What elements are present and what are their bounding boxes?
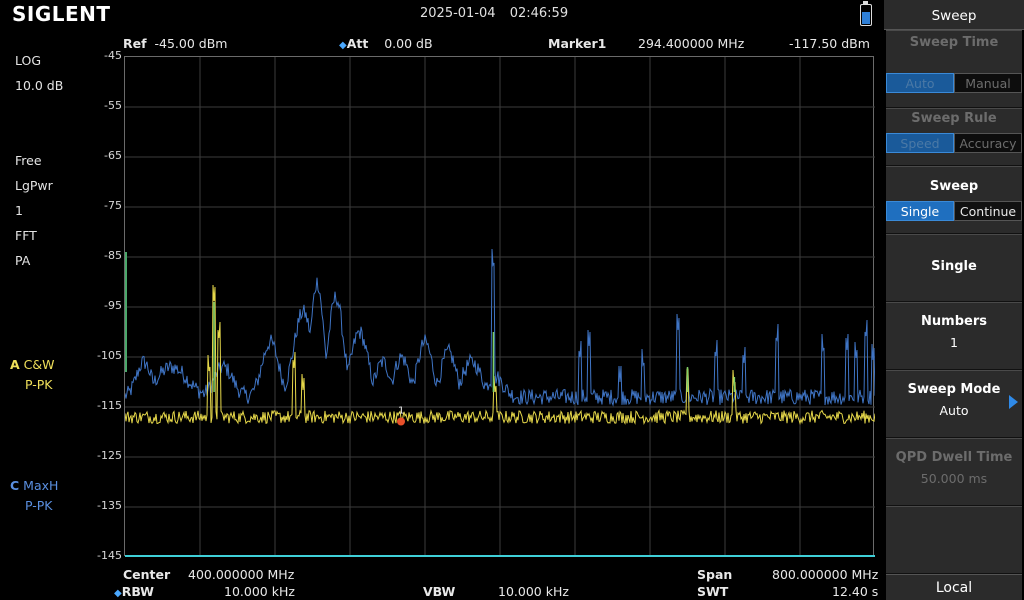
trace-c-letter: C bbox=[10, 478, 20, 493]
menu-title: Sweep bbox=[884, 0, 1024, 30]
trace-a-tag[interactable]: A C&W bbox=[10, 357, 55, 372]
y-tick-label: -125 bbox=[97, 449, 122, 462]
sweep-rule-speed[interactable]: Speed bbox=[886, 133, 954, 153]
att-label: Att bbox=[346, 36, 369, 51]
trace-c-tag[interactable]: C MaxH bbox=[10, 478, 58, 493]
ref-value: -45.00 dBm bbox=[154, 36, 228, 51]
preamp-status: PA bbox=[15, 253, 31, 268]
single-label: Single bbox=[931, 259, 977, 274]
span-value[interactable]: 800.000000 MHz bbox=[772, 567, 878, 582]
top-bar: SIGLENT 2025-01-04 02:46:59 bbox=[0, 0, 884, 30]
att-diamond-icon: ◆ bbox=[339, 40, 347, 51]
spectrum-svg: 1 bbox=[125, 57, 875, 557]
marker-1-label: 1 bbox=[398, 406, 404, 417]
vbw-value[interactable]: 10.000 kHz bbox=[498, 584, 569, 599]
y-tick-label: -65 bbox=[104, 149, 122, 162]
sweep-time-manual[interactable]: Manual bbox=[954, 73, 1022, 93]
center-value[interactable]: 400.000000 MHz bbox=[188, 567, 294, 582]
sweep-time-toggle[interactable]: Auto Manual bbox=[886, 73, 1022, 93]
marker-1-point bbox=[397, 417, 405, 426]
blank-key[interactable] bbox=[886, 506, 1022, 574]
swt-label: SWT bbox=[697, 584, 728, 599]
y-tick-label: -145 bbox=[97, 549, 122, 562]
sweep-type: FFT bbox=[15, 228, 37, 243]
marker-freq: 294.400000 MHz bbox=[638, 36, 745, 51]
y-tick-label: -105 bbox=[97, 349, 122, 362]
trigger-mode: Free bbox=[15, 153, 42, 168]
sweep-time-label: Sweep Time bbox=[909, 35, 999, 50]
center-label-text: Center bbox=[123, 567, 171, 582]
attenuation[interactable]: ◆Att 0.00 dB bbox=[339, 36, 433, 51]
softkey-menu: Sweep Sweep Time Auto Manual Sweep Rule … bbox=[884, 0, 1024, 600]
ref-label: Ref bbox=[123, 36, 147, 51]
y-tick-label: -45 bbox=[104, 49, 122, 62]
swt-value[interactable]: 12.40 s bbox=[832, 584, 878, 599]
marker-level: -117.50 dBm bbox=[789, 36, 870, 51]
sweep-toggle[interactable]: Single Continue bbox=[886, 201, 1022, 221]
y-tick-label: -95 bbox=[104, 299, 122, 312]
y-tick-label: -85 bbox=[104, 249, 122, 262]
y-tick-label: -135 bbox=[97, 499, 122, 512]
att-value: 0.00 dB bbox=[384, 36, 433, 51]
numbers-value: 1 bbox=[950, 335, 958, 350]
sweep-mode-label: Sweep Mode bbox=[907, 382, 1001, 397]
sweep-rule-accuracy[interactable]: Accuracy bbox=[954, 133, 1022, 153]
sweep-rule-key[interactable]: Sweep Rule Speed Accuracy bbox=[886, 108, 1022, 166]
detector: LgPwr bbox=[15, 178, 53, 193]
spectrum-plot[interactable]: 1 bbox=[124, 56, 875, 557]
sweep-rule-toggle[interactable]: Speed Accuracy bbox=[886, 133, 1022, 153]
numbers-key[interactable]: Numbers 1 bbox=[886, 302, 1022, 370]
qpd-dwell-value: 50.000 ms bbox=[920, 471, 988, 486]
sweep-time-auto[interactable]: Auto bbox=[886, 73, 954, 93]
local-button[interactable]: Local bbox=[886, 574, 1022, 600]
trace-c-detect: P-PK bbox=[25, 498, 53, 513]
qpd-dwell-label: QPD Dwell Time bbox=[895, 450, 1013, 465]
vbw-label-text: VBW bbox=[423, 584, 456, 599]
average-count: 1 bbox=[15, 203, 23, 218]
brand-logo: SIGLENT bbox=[12, 2, 111, 26]
time-text: 02:46:59 bbox=[509, 6, 569, 21]
ref-level[interactable]: Ref -45.00 dBm bbox=[123, 36, 227, 51]
sweep-continue-option[interactable]: Continue bbox=[954, 201, 1022, 221]
sweep-single-option[interactable]: Single bbox=[886, 201, 954, 221]
marker-readout-label: Marker1 bbox=[548, 36, 606, 51]
y-tick-label: -55 bbox=[104, 99, 122, 112]
numbers-label: Numbers bbox=[921, 314, 987, 329]
sweep-key[interactable]: Sweep Single Continue bbox=[886, 166, 1022, 234]
trace-a-mode: C&W bbox=[23, 357, 55, 372]
sweep-rule-label: Sweep Rule bbox=[911, 111, 997, 126]
rbw-label-text: RBW bbox=[121, 584, 154, 599]
vbw-label: VBW bbox=[423, 584, 455, 599]
center-label: Center bbox=[123, 567, 170, 582]
sweep-label: Sweep bbox=[929, 179, 979, 194]
rbw-diamond-icon: ◆ bbox=[114, 588, 122, 599]
scale-type: LOG bbox=[15, 53, 42, 68]
rbw-value[interactable]: 10.000 kHz bbox=[224, 584, 295, 599]
trace-c-mode: MaxH bbox=[23, 478, 59, 493]
date-text: 2025-01-04 bbox=[420, 6, 496, 21]
battery-icon bbox=[860, 1, 872, 26]
submenu-arrow-icon bbox=[1009, 395, 1018, 409]
rbw-label: ◆RBW bbox=[114, 584, 154, 599]
marker-label: Marker1 bbox=[548, 36, 607, 51]
span-label: Span bbox=[697, 567, 732, 582]
datetime: 2025-01-04 02:46:59 bbox=[420, 6, 568, 21]
sweep-mode-key[interactable]: Sweep Mode Auto bbox=[886, 370, 1022, 438]
y-tick-label: -115 bbox=[97, 399, 122, 412]
sweep-time-key[interactable]: Sweep Time Auto Manual bbox=[886, 30, 1022, 108]
span-label-text: Span bbox=[697, 567, 733, 582]
y-tick-label: -75 bbox=[104, 199, 122, 212]
single-key[interactable]: Single bbox=[886, 234, 1022, 302]
swt-label-text: SWT bbox=[697, 584, 729, 599]
scale-div: 10.0 dB bbox=[15, 78, 64, 93]
trace-a-letter: A bbox=[10, 357, 20, 372]
sweep-mode-value: Auto bbox=[939, 403, 969, 418]
trace-a-detect: P-PK bbox=[25, 377, 53, 392]
qpd-dwell-key[interactable]: QPD Dwell Time 50.000 ms bbox=[886, 438, 1022, 506]
